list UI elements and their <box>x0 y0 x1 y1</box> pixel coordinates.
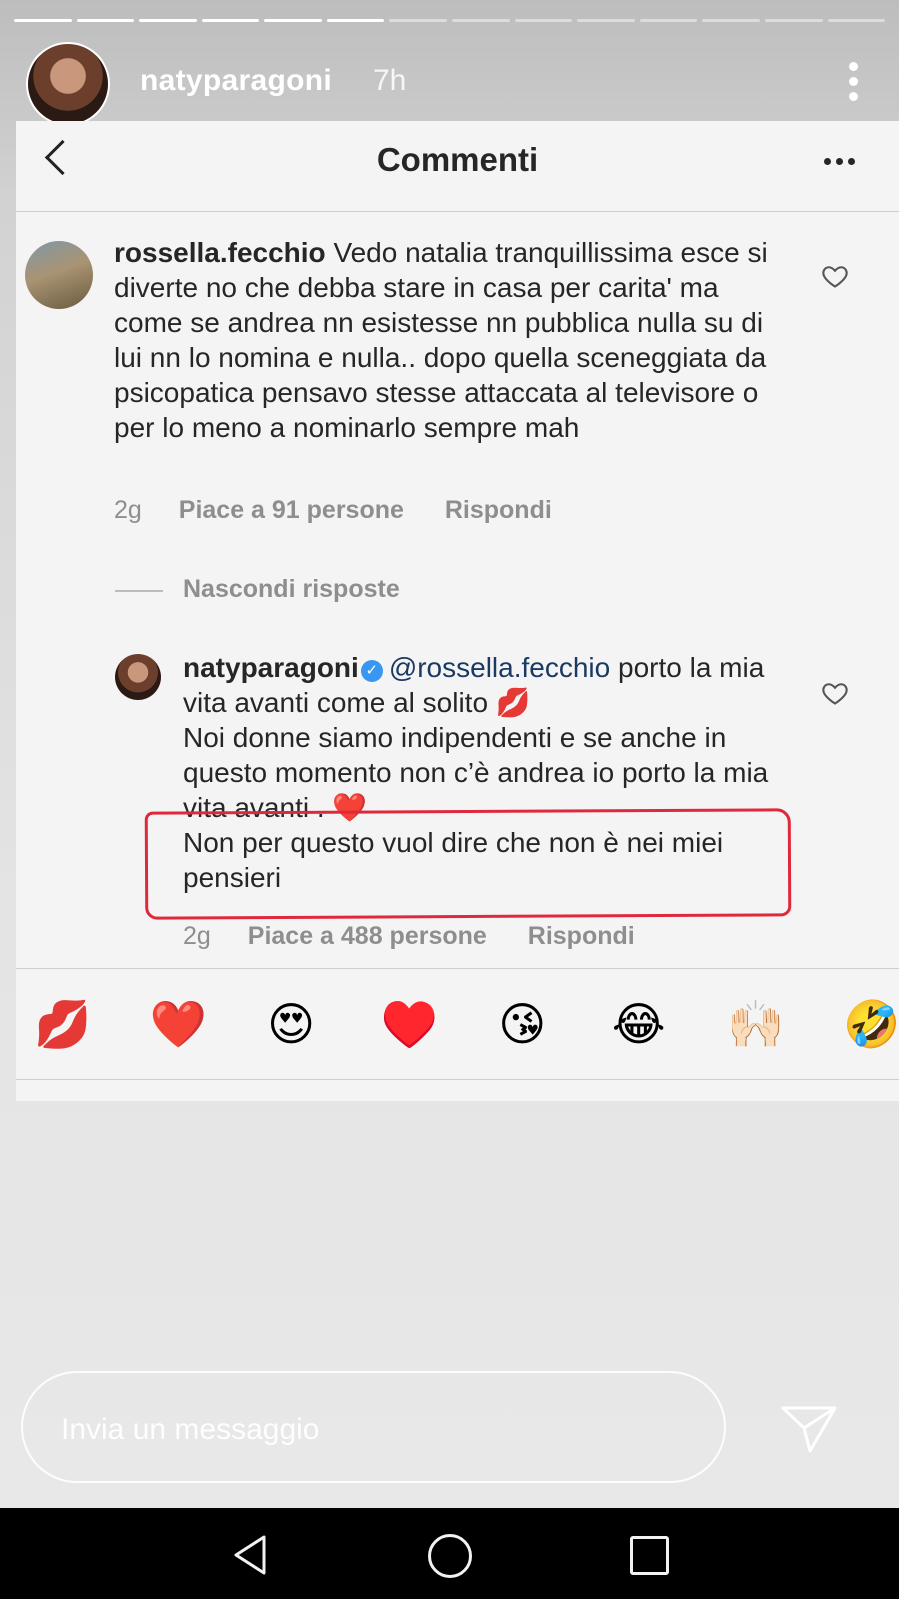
heart-eyes-emoji: 😍 <box>267 997 316 1051</box>
comment-username: rossella.fecchio <box>114 237 326 268</box>
nav-recents-icon[interactable] <box>630 1536 669 1575</box>
message-input[interactable]: Invia un messaggio <box>21 1371 726 1483</box>
progress-segment <box>76 19 135 22</box>
comment-body: rossella.fecchio Vedo natalia tranquilli… <box>114 235 794 445</box>
comment-avatar <box>25 241 93 309</box>
progress-segment <box>389 19 448 22</box>
comment-meta: 2g Piace a 91 persone Rispondi <box>114 496 552 525</box>
comment-likes: Piace a 91 persone <box>178 496 404 524</box>
progress-segment <box>764 19 823 22</box>
red-highlight-annotation <box>144 808 792 920</box>
tears-of-joy-emoji: 😂 <box>611 997 666 1051</box>
progress-segment <box>827 19 886 22</box>
hide-replies-link: Nascondi risposte <box>183 575 400 603</box>
progress-segment <box>264 19 322 22</box>
verified-badge-icon: ✓ <box>360 660 383 682</box>
comment-time: 2g <box>114 496 142 524</box>
raising-hands-emoji: 🙌🏻 <box>727 996 785 1051</box>
progress-segment <box>577 19 635 22</box>
progress-segment <box>326 19 385 22</box>
reply-link: Rispondi <box>444 496 552 524</box>
heart-outline-icon <box>822 683 848 705</box>
more-options-icon[interactable] <box>847 62 859 106</box>
page-title: Commenti <box>376 141 539 178</box>
red-heart-emoji: ❤️ <box>149 996 207 1051</box>
reply-link: Rispondi <box>527 922 635 950</box>
ellipsis-icon <box>824 158 855 165</box>
reply-avatar <box>115 654 161 700</box>
progress-segment <box>14 19 72 22</box>
progress-segment <box>639 19 698 22</box>
avatar[interactable] <box>28 44 108 124</box>
story-header: natyparagoni 7h <box>28 42 859 124</box>
divider <box>115 590 163 592</box>
progress-segment <box>514 19 573 22</box>
story-progress-bar <box>14 19 886 22</box>
kiss-mark-emoji: 💋 <box>34 996 92 1051</box>
reply-meta: 2g Piace a 488 persone Rispondi <box>183 922 635 951</box>
story-timestamp: 7h <box>373 64 407 97</box>
nav-back-icon[interactable] <box>228 1532 274 1578</box>
comments-header: Commenti <box>16 121 899 212</box>
progress-segment <box>139 19 197 22</box>
reply-likes: Piace a 488 persone <box>247 922 487 950</box>
heart-outline-icon <box>822 266 848 288</box>
send-icon[interactable] <box>780 1404 838 1454</box>
emoji-reaction-bar: 💋 ❤️ 😍 ♥️ 😘 😂 🙌🏻 🤣 <box>16 968 899 1080</box>
blowing-kiss-emoji: 😘 <box>498 997 547 1051</box>
rolling-laughing-emoji: 🤣 <box>842 996 899 1051</box>
progress-segment <box>452 19 510 22</box>
reply-username: natyparagoni <box>183 652 359 683</box>
story-username[interactable]: natyparagoni <box>140 64 332 98</box>
comments-screenshot-card: Commenti rossella.fecchio Vedo natalia t… <box>16 121 899 1101</box>
heart-suit-emoji: ♥️ <box>380 996 438 1051</box>
nav-home-icon[interactable] <box>428 1534 472 1578</box>
reply-time: 2g <box>183 922 211 950</box>
reply-mention: @rossella.fecchio <box>388 652 611 683</box>
progress-segment <box>702 19 760 22</box>
android-nav-bar <box>0 1508 899 1599</box>
progress-segment <box>201 19 260 22</box>
reply-line-2: Noi donne siamo indipendenti e se anche … <box>183 722 769 823</box>
